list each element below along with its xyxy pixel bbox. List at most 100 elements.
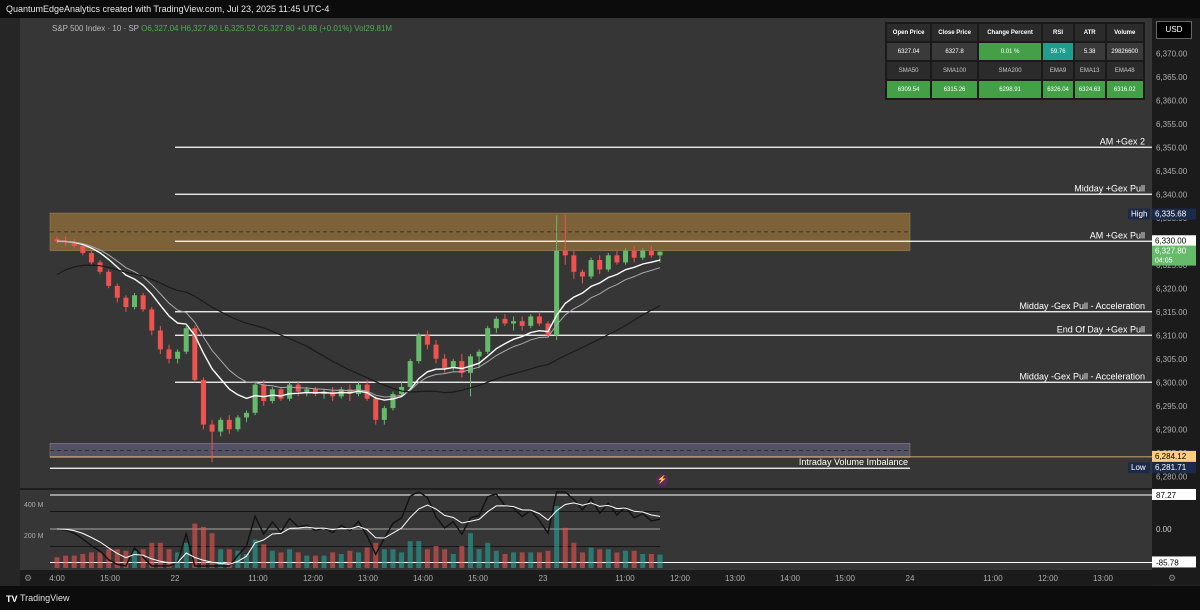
navigation-icon[interactable]: ⚙ xyxy=(1168,573,1176,584)
candle-body xyxy=(278,389,284,399)
price-tick-label: 6,345.00 xyxy=(1156,167,1188,176)
sma-line xyxy=(56,264,661,394)
time-tick-label: 23 xyxy=(539,574,548,583)
volume-tick-label: 200 M xyxy=(24,533,44,540)
stats-value: 6326.04 xyxy=(1043,81,1073,98)
candle-body xyxy=(562,250,568,256)
volume-bar xyxy=(132,550,138,568)
stats-value: 6309.54 xyxy=(887,81,931,98)
time-tick-label: 14:00 xyxy=(780,574,801,583)
volume-bar xyxy=(347,550,353,568)
candle-body xyxy=(597,260,603,270)
candle-body xyxy=(88,253,94,263)
volume-bar xyxy=(519,552,525,568)
volume-bar xyxy=(648,554,654,568)
stats-value: 6315.26 xyxy=(932,81,977,98)
stats-header: SMA100 xyxy=(932,62,977,79)
level-label: Midday -Gex Pull - Acceleration xyxy=(1019,301,1145,311)
candle-body xyxy=(381,408,387,420)
volume-bar xyxy=(63,555,69,568)
currency-button[interactable]: USD xyxy=(1156,21,1192,39)
volume-bar xyxy=(390,549,396,568)
volume-bar xyxy=(54,557,60,568)
volume-bar xyxy=(88,552,94,568)
volume-bar xyxy=(476,549,482,568)
volume-bar xyxy=(381,549,387,568)
time-tick-label: 12:00 xyxy=(670,574,691,583)
price-tick-label: 6,310.00 xyxy=(1156,331,1188,340)
candle-body xyxy=(157,330,163,350)
candle-body xyxy=(80,245,86,253)
candle-body xyxy=(200,379,206,425)
candle-body xyxy=(657,251,663,256)
stats-header-row-2: SMA50 SMA100 SMA200 EMA9 EMA13 EMA48 xyxy=(887,62,1143,79)
stats-value: 6327.8 xyxy=(932,43,977,60)
time-tick-label: 15:00 xyxy=(835,574,856,583)
volume-bar xyxy=(467,533,473,568)
candle-body xyxy=(424,335,430,345)
stats-header: SMA200 xyxy=(978,62,1042,79)
price-marker-label: Low xyxy=(1131,463,1146,472)
level-label: End Of Day +Gex Pull xyxy=(1057,324,1145,334)
volume-bar xyxy=(545,550,551,568)
tradingview-logo-icon: TV xyxy=(6,594,18,604)
volume-bar xyxy=(269,550,275,568)
candle-body xyxy=(442,358,448,369)
stats-header-row-1: Open Price Close Price Change Percent RS… xyxy=(887,24,1143,41)
lightning-icon[interactable]: ⚡ xyxy=(656,474,668,486)
price-tick-label: 6,360.00 xyxy=(1156,96,1188,105)
candle-body xyxy=(218,419,224,432)
stats-header: Volume xyxy=(1106,24,1143,41)
price-marker-value: 6,284.12 xyxy=(1155,452,1187,461)
candle-body xyxy=(226,419,232,430)
candle-body xyxy=(416,335,422,362)
volume-bar xyxy=(511,552,517,568)
stats-value: 5.38 xyxy=(1074,43,1105,60)
volume-bar xyxy=(640,554,646,568)
candle-body xyxy=(536,316,542,324)
stats-header: Open Price xyxy=(887,24,931,41)
stats-value: 6324.63 xyxy=(1074,81,1105,98)
candle-body xyxy=(588,260,594,277)
level-label: AM +Gex 2 xyxy=(1100,136,1145,146)
volume-bar xyxy=(571,542,577,568)
price-tick-label: 6,290.00 xyxy=(1156,425,1188,434)
stats-header: SMA50 xyxy=(887,62,931,79)
legend-low: L6,325.52 xyxy=(219,24,256,33)
candle-body xyxy=(252,384,258,413)
volume-bar xyxy=(407,541,413,568)
candle-body xyxy=(166,349,172,359)
volume-bar xyxy=(157,542,163,568)
volume-bar xyxy=(364,547,370,568)
stats-value-row-1: 6327.04 6327.8 0.01 % 59.76 5.38 2982660… xyxy=(887,43,1143,60)
candle-body xyxy=(373,398,379,420)
stats-value: 0.01 % xyxy=(978,43,1042,60)
candle-body xyxy=(106,271,112,286)
stats-header: EMA13 xyxy=(1074,62,1105,79)
candle-body xyxy=(511,321,517,324)
volume-bar xyxy=(356,552,361,568)
time-tick-label: 14:00 xyxy=(413,574,434,583)
volume-bar xyxy=(338,554,344,568)
volume-bar xyxy=(295,552,301,568)
time-tick-label: 13:00 xyxy=(725,574,746,583)
candle-body xyxy=(407,361,413,387)
legend-symbol: S&P 500 Index · 10 · SP xyxy=(52,24,139,33)
candle-body xyxy=(640,250,646,258)
volume-bar xyxy=(502,554,508,568)
stats-header: EMA48 xyxy=(1106,62,1143,79)
osc-tick-label: 87.27 xyxy=(1156,491,1177,500)
volume-bar xyxy=(597,549,603,568)
volume-bar xyxy=(588,547,594,568)
volume-tick-label: 400 M xyxy=(24,502,44,509)
price-marker-value: 6,281.71 xyxy=(1155,463,1187,472)
price-tick-label: 6,320.00 xyxy=(1156,284,1188,293)
time-tick-label: 24 xyxy=(906,574,915,583)
time-tick-label: 12:00 xyxy=(303,574,324,583)
volume-bar xyxy=(278,552,284,568)
settings-icon[interactable]: ⚙ xyxy=(24,573,32,584)
candle-body xyxy=(209,424,215,432)
stats-header: Change Percent xyxy=(978,24,1042,41)
candle-body xyxy=(631,250,637,258)
candle-body xyxy=(493,318,499,329)
